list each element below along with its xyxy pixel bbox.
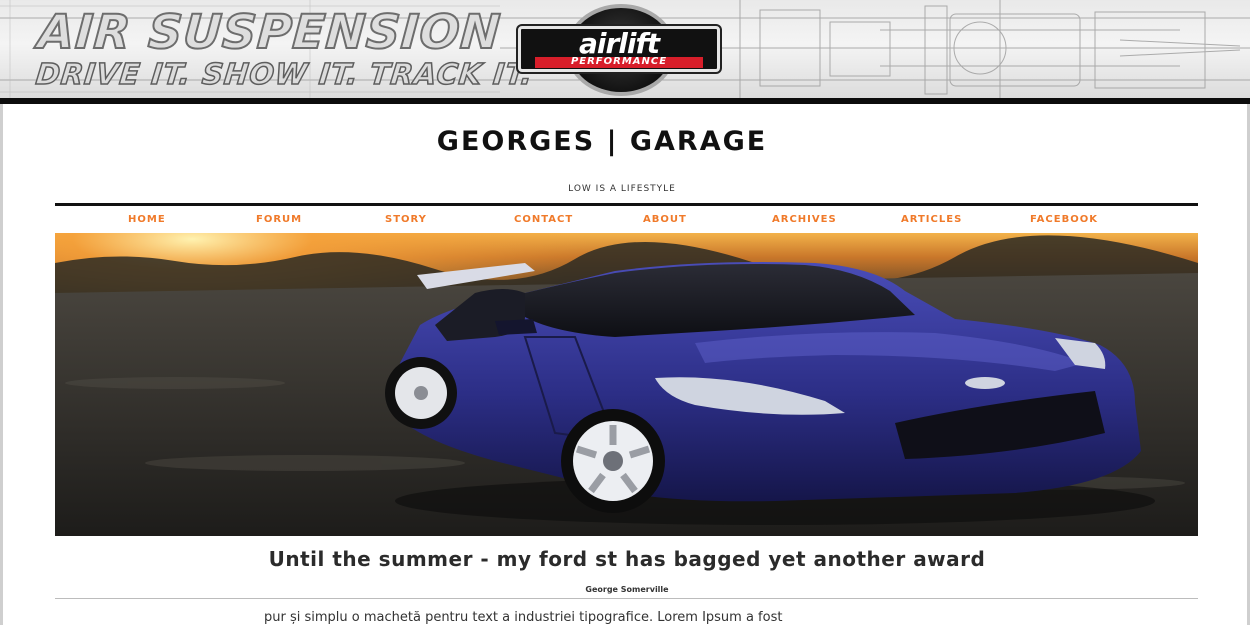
logo-plate: airlift PERFORMANCE (518, 26, 720, 72)
nav-item-facebook[interactable]: FACEBOOK (1030, 214, 1098, 225)
post-author: George Somerville (585, 585, 669, 594)
nav-item-contact[interactable]: CONTACT (514, 214, 573, 225)
nav-item-about[interactable]: ABOUT (643, 214, 687, 225)
post-divider (55, 598, 1198, 599)
nav-item-home[interactable]: HOME (128, 214, 166, 225)
nav-item-archives[interactable]: ARCHIVES (772, 214, 837, 225)
logo-brand-text: airlift (578, 27, 660, 60)
site-tagline: LOW IS A LIFESTYLE (568, 184, 676, 194)
top-banner[interactable]: AIR SUSPENSION DRIVE IT. SHOW IT. TRACK … (0, 0, 1250, 104)
logo-sub-text: PERFORMANCE (570, 56, 668, 67)
banner-tagline: DRIVE IT. SHOW IT. TRACK IT. (33, 56, 535, 92)
site-title[interactable]: GEORGES | GARAGE (0, 126, 1204, 157)
banner-headline: AIR SUSPENSION (35, 4, 504, 61)
main-nav: HOME FORUM STORY CONTACT ABOUT ARCHIVES … (55, 214, 1198, 232)
airlift-logo[interactable]: airlift PERFORMANCE (512, 4, 726, 96)
nav-item-articles[interactable]: ARTICLES (901, 214, 962, 225)
hero-car-photo (55, 233, 1198, 536)
header-divider (55, 203, 1198, 206)
post-title[interactable]: Until the summer - my ford st has bagged… (0, 547, 1250, 571)
nav-item-forum[interactable]: FORUM (256, 214, 302, 225)
nav-item-story[interactable]: STORY (385, 214, 427, 225)
post-body-text: pur și simplu o machetă pentru text a in… (264, 610, 783, 625)
hero-image[interactable] (55, 233, 1198, 536)
